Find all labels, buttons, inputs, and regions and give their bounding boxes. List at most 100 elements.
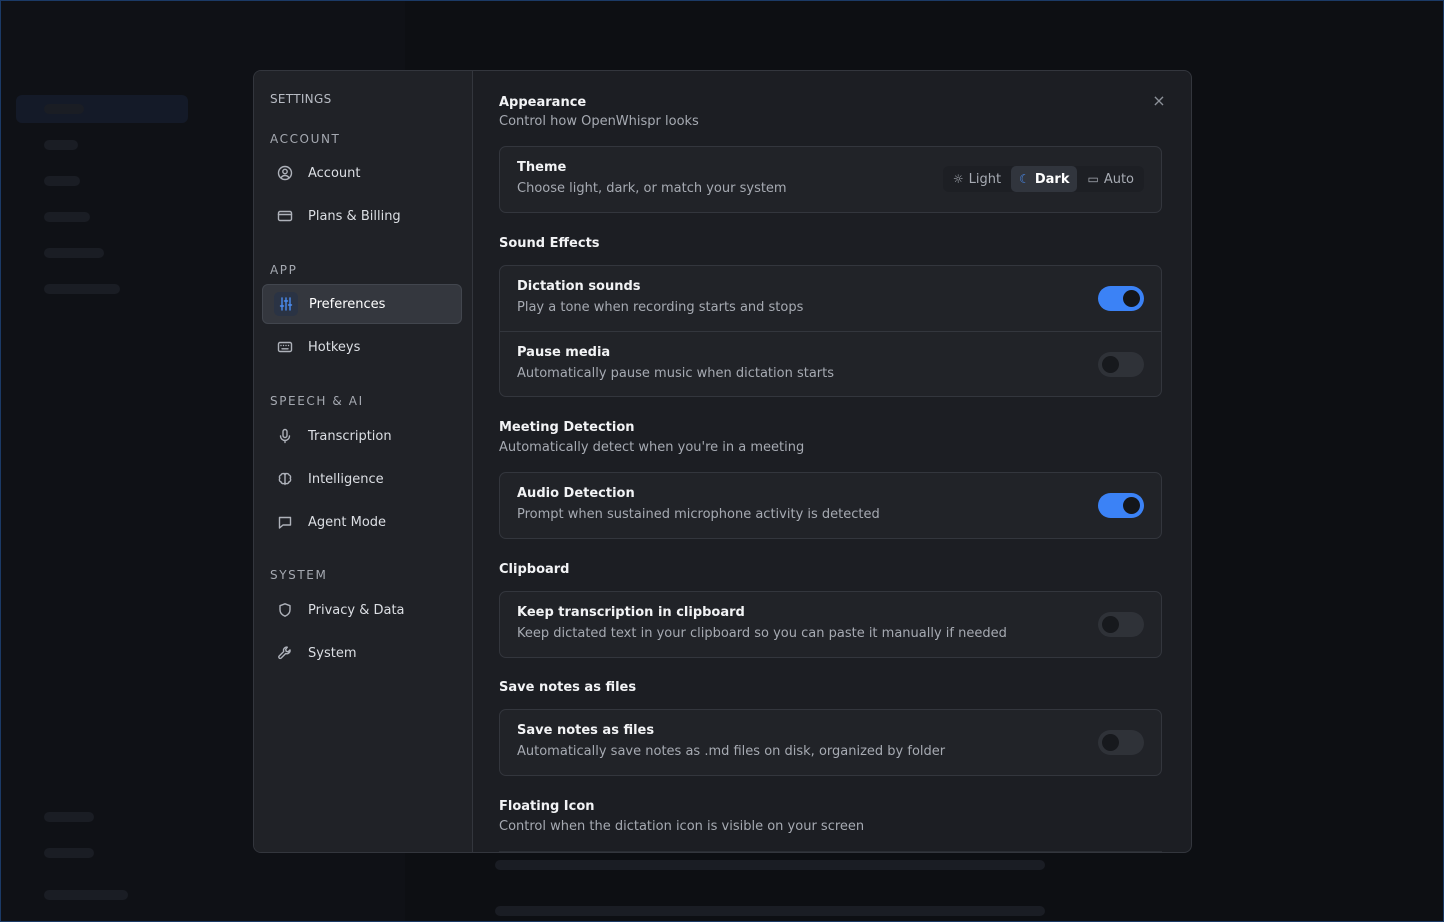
sidebar-item-label: Privacy & Data [308,602,405,618]
save-notes-card: Save notes as files Automatically save n… [499,709,1162,776]
sidebar-item-transcription[interactable]: Transcription [262,416,462,456]
sun-icon: ☼ [952,172,964,186]
group-label-speech-ai: SPEECH & AI [270,394,364,408]
background-line [495,860,1045,870]
theme-option-light[interactable]: ☼ Light [945,166,1009,192]
section-title-appearance: Appearance [499,95,587,110]
background-line [44,140,78,150]
user-circle-icon [273,161,297,185]
toggle-knob [1123,497,1140,514]
setting-title: Pause media [517,345,611,360]
sidebar-item-agent-mode[interactable]: Agent Mode [262,502,462,542]
chat-bubble-icon [273,510,297,534]
sidebar-item-label: Plans & Billing [308,208,401,224]
section-subtitle-floating-icon: Control when the dictation icon is visib… [499,819,865,834]
theme-option-dark[interactable]: ☾ Dark [1011,166,1078,192]
sidebar-item-label: Hotkeys [308,339,361,355]
setting-title: Save notes as files [517,723,655,738]
section-subtitle-meeting-detection: Automatically detect when you're in a me… [499,440,805,455]
keep-clipboard-toggle[interactable] [1098,612,1144,637]
theme-segmented-control: ☼ Light ☾ Dark ▭ Auto [942,166,1144,192]
sound-effects-card: Dictation sounds Play a tone when record… [499,265,1162,397]
theme-card: Theme Choose light, dark, or match your … [499,146,1162,213]
pause-media-toggle[interactable] [1098,352,1144,377]
dictation-sounds-row: Dictation sounds Play a tone when record… [500,266,1161,331]
background-line [44,176,80,186]
moon-icon: ☾ [1019,172,1030,186]
settings-content: × Appearance Control how OpenWhispr look… [473,71,1191,852]
meeting-detection-card: Audio Detection Prompt when sustained mi… [499,472,1162,539]
group-label-app: APP [270,263,298,277]
section-title-meeting-detection: Meeting Detection [499,420,635,435]
sliders-icon [274,292,298,316]
setting-description: Choose light, dark, or match your system [517,181,787,196]
settings-sidebar: SETTINGS ACCOUNT Account Plans & Billing… [254,71,473,852]
credit-card-icon [273,204,297,228]
dictation-sounds-toggle[interactable] [1098,286,1144,311]
option-label: Auto [1103,171,1134,187]
sidebar-item-label: Transcription [308,428,392,444]
background-active-item [16,95,188,123]
setting-description: Play a tone when recording starts and st… [517,300,804,315]
sidebar-item-privacy-data[interactable]: Privacy & Data [262,590,462,630]
background-line [44,284,120,294]
save-notes-toggle[interactable] [1098,730,1144,755]
theme-row: Theme Choose light, dark, or match your … [500,147,1161,212]
sidebar-item-label: Account [308,165,361,181]
keyboard-icon [273,335,297,359]
sidebar-item-preferences[interactable]: Preferences [262,284,462,324]
theme-option-auto[interactable]: ▭ Auto [1079,166,1142,192]
background-line [44,104,84,114]
sidebar-item-hotkeys[interactable]: Hotkeys [262,327,462,367]
monitor-icon: ▭ [1087,172,1099,186]
section-title-floating-icon: Floating Icon [499,799,595,814]
keep-clipboard-row: Keep transcription in clipboard Keep dic… [500,592,1161,657]
section-title-clipboard: Clipboard [499,562,570,577]
microphone-icon [273,424,297,448]
sidebar-item-intelligence[interactable]: Intelligence [262,459,462,499]
sidebar-item-label: Preferences [309,296,386,312]
settings-dialog: SETTINGS ACCOUNT Account Plans & Billing… [253,70,1192,853]
sidebar-item-plans-billing[interactable]: Plans & Billing [262,196,462,236]
setting-description: Keep dictated text in your clipboard so … [517,626,1007,641]
setting-title: Dictation sounds [517,279,641,294]
sidebar-item-label: Intelligence [308,471,384,487]
section-subtitle-appearance: Control how OpenWhispr looks [499,114,699,129]
save-notes-row: Save notes as files Automatically save n… [500,710,1161,775]
sidebar-item-account[interactable]: Account [262,153,462,193]
toggle-knob [1102,356,1119,373]
toggle-knob [1102,616,1119,633]
background-line [44,848,94,858]
setting-description: Automatically save notes as .md files on… [517,744,946,759]
section-title-sound-effects: Sound Effects [499,236,600,251]
background-line [495,906,1045,916]
background-line [44,212,90,222]
option-label: Light [968,171,1002,187]
clipboard-card: Keep transcription in clipboard Keep dic… [499,591,1162,658]
audio-detection-row: Audio Detection Prompt when sustained mi… [500,473,1161,538]
setting-title: Keep transcription in clipboard [517,605,745,620]
group-label-account: ACCOUNT [270,132,341,146]
setting-description: Prompt when sustained microphone activit… [517,507,880,522]
settings-title: SETTINGS [270,92,332,106]
shield-icon [273,598,297,622]
toggle-knob [1102,734,1119,751]
background-line [44,890,128,900]
setting-title: Theme [517,160,567,175]
toggle-knob [1123,290,1140,307]
section-title-save-notes: Save notes as files [499,680,637,695]
background-line [44,812,94,822]
audio-detection-toggle[interactable] [1098,493,1144,518]
option-label: Dark [1034,171,1070,187]
pause-media-row: Pause media Automatically pause music wh… [500,331,1161,397]
brain-icon [273,467,297,491]
wrench-icon [273,641,297,665]
next-card-edge [499,851,1162,852]
sidebar-item-label: System [308,645,357,661]
background-line [44,248,104,258]
setting-title: Audio Detection [517,486,635,501]
setting-description: Automatically pause music when dictation… [517,366,835,381]
close-icon[interactable]: × [1150,92,1168,110]
sidebar-item-system[interactable]: System [262,633,462,673]
sidebar-item-label: Agent Mode [308,514,387,530]
